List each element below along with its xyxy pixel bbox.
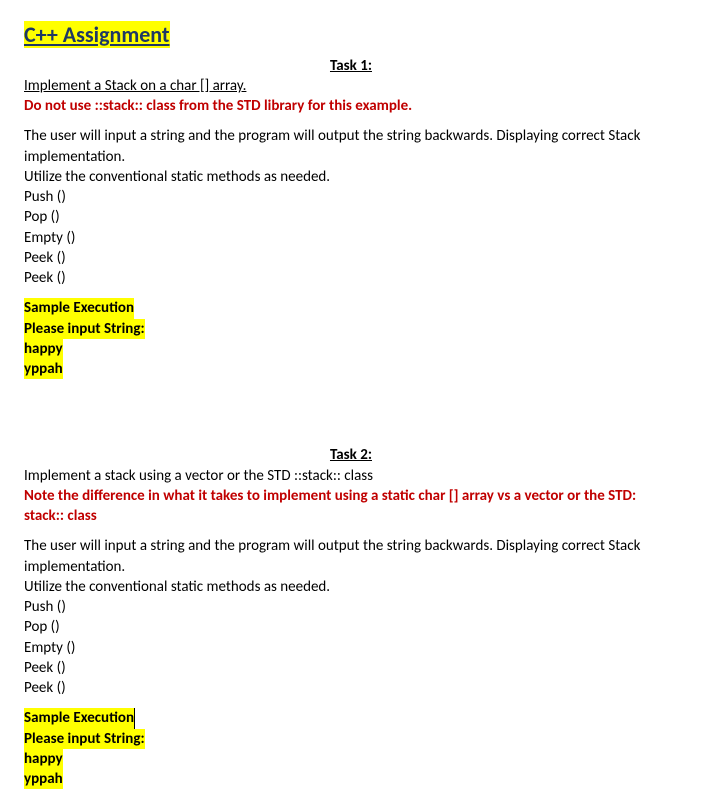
task2-method: Push () xyxy=(24,597,678,617)
task2-sample-input: happy xyxy=(24,749,63,769)
title-text: C++ Assignment xyxy=(24,21,170,48)
task1-sample: Sample Execution Please input String: ha… xyxy=(24,298,678,379)
task1-method: Peek () xyxy=(24,248,678,268)
task2-intro-line: Implement a stack using a vector or the … xyxy=(24,466,678,486)
task1-desc1: The user will input a string and the pro… xyxy=(24,126,678,167)
task2-desc1: The user will input a string and the pro… xyxy=(24,536,678,577)
task1-method: Empty () xyxy=(24,228,678,248)
task1-sample-label: Sample Execution xyxy=(24,298,134,318)
task1-intro-line: Implement a Stack on a char [] array. xyxy=(24,76,678,96)
task1-sample-prompt: Please input String: xyxy=(24,319,145,339)
task2-desc2: Utilize the conventional static methods … xyxy=(24,577,678,597)
task2-method: Pop () xyxy=(24,617,678,637)
task2-method: Peek () xyxy=(24,658,678,678)
page-title: C++ Assignment xyxy=(24,20,678,50)
task2-heading: Task 2: xyxy=(24,445,678,465)
task1-sample-input: happy xyxy=(24,339,63,359)
task1-heading: Task 1: xyxy=(24,56,678,76)
task2-method: Empty () xyxy=(24,638,678,658)
spacer xyxy=(24,379,678,439)
task2-sample-prompt: Please input String: xyxy=(24,729,145,749)
task2-sample: Sample Execution Please input String: ha… xyxy=(24,708,678,789)
task1-desc2: Utilize the conventional static methods … xyxy=(24,167,678,187)
task1-method: Push () xyxy=(24,187,678,207)
task2-note: Note the difference in what it takes to … xyxy=(24,486,678,527)
task1-method: Pop () xyxy=(24,207,678,227)
task1-sample-output: yppah xyxy=(24,359,63,379)
task1-method-list: Push () Pop () Empty () Peek () Peek () xyxy=(24,187,678,288)
task2-method: Peek () xyxy=(24,678,678,698)
task2-sample-label: Sample Execution xyxy=(24,708,135,728)
task2-method-list: Push () Pop () Empty () Peek () Peek () xyxy=(24,597,678,698)
task2-sample-output: yppah xyxy=(24,769,63,789)
task1-method: Peek () xyxy=(24,268,678,288)
task1-warning: Do not use ::stack:: class from the STD … xyxy=(24,96,678,116)
